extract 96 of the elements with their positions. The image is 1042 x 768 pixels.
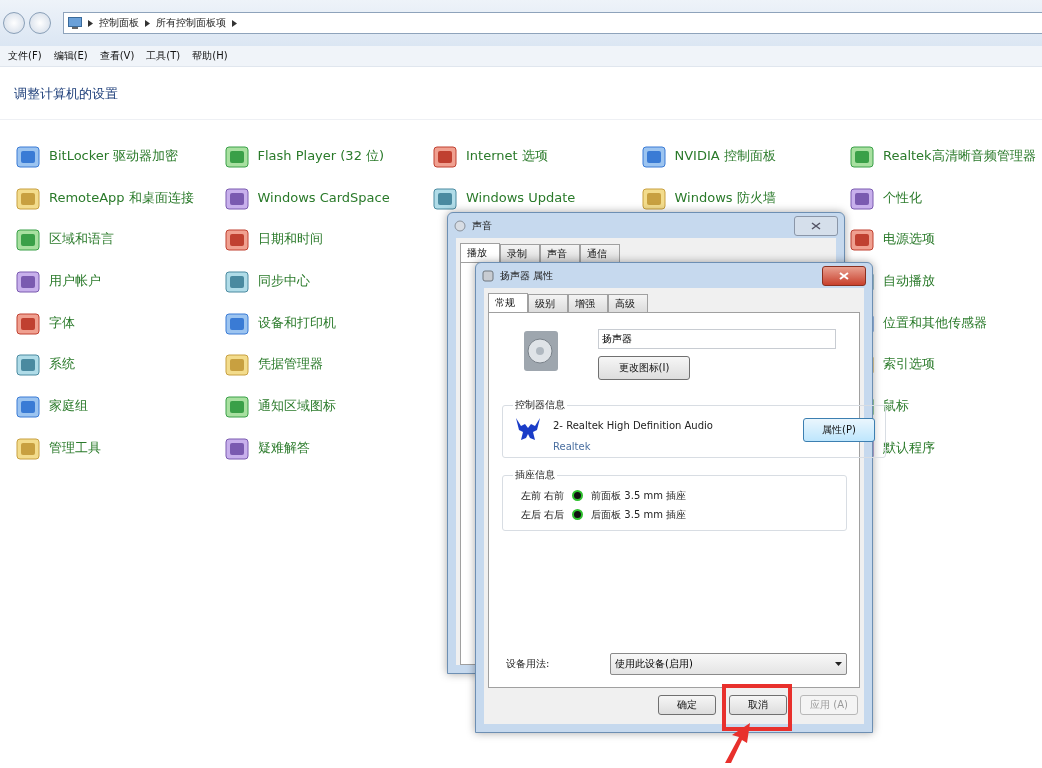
jack-status-dot [572,509,584,520]
jack-label: 后面板 3.5 mm 插座 [591,507,687,522]
app-tile-icon [849,185,875,212]
app-tile-icon [223,310,250,337]
control-panel-link[interactable]: 位置和其他传感器 [883,314,991,331]
app-tile-icon [15,185,41,212]
tab[interactable]: 增强 [568,294,608,312]
control-panel-link[interactable]: 自动播放 [883,273,939,290]
dialog-button[interactable]: 确定 [658,695,716,715]
channel-label: 左后 右后 [521,507,565,522]
tab[interactable]: 高级 [608,294,648,312]
jack-status-dot [572,490,584,501]
chevron-icon [232,19,237,27]
address-bar[interactable]: 控制面板 所有控制面板项 [63,12,1042,34]
app-tile-icon [15,310,41,337]
tab[interactable]: 播放 [460,243,500,263]
control-panel-link[interactable]: 系统 [49,356,79,373]
app-tile-icon [223,269,250,296]
back-button[interactable] [3,12,25,34]
control-panel-link[interactable]: NVIDIA 控制面板 [674,148,780,164]
control-panel-link[interactable]: 用户帐户 [49,273,105,290]
menu-item[interactable]: 工具(T) [146,49,181,63]
control-panel-link[interactable]: Windows Update [466,189,580,206]
forward-button[interactable] [29,12,51,34]
app-tile-icon [223,227,250,254]
dialog-title: 扬声器 属性 [500,268,555,283]
app-tile-icon [223,185,250,212]
jack-label: 前面板 3.5 mm 插座 [591,488,687,503]
usage-label: 设备用法: [506,657,551,671]
control-panel-link[interactable]: 同步中心 [257,273,314,290]
tab[interactable]: 常规 [488,293,528,313]
control-panel-link[interactable]: 电源选项 [883,231,939,248]
control-panel-link[interactable]: Flash Player (32 位) [257,148,389,164]
tab[interactable]: 声音 [540,244,580,262]
menu-item[interactable]: 帮助(H) [192,49,228,63]
control-panel-link[interactable]: Windows CardSpace [257,189,394,206]
close-icon [839,271,849,280]
app-tile-icon [432,185,458,212]
breadcrumb-item[interactable]: 控制面板 [99,16,139,30]
app-tile-icon [15,394,41,421]
dialog-title: 声音 [472,218,493,233]
menu-item[interactable]: 编辑(E) [53,49,88,63]
menu-item[interactable]: 查看(V) [99,49,135,63]
control-panel-link[interactable]: 日期和时间 [257,231,327,248]
group-label: 控制器信息 [514,398,566,412]
channel-label: 左前 右前 [521,488,565,503]
app-tile-icon [640,144,667,170]
tab[interactable]: 录制 [500,244,540,262]
breadcrumb-item[interactable]: 所有控制面板项 [156,16,226,30]
app-tile-icon [849,227,875,254]
control-panel-link[interactable]: 区域和语言 [49,231,118,248]
properties-button[interactable]: 属性(P) [803,418,875,442]
control-panel-link[interactable]: 设备和打印机 [257,314,340,331]
control-panel-link[interactable]: 凭据管理器 [257,356,327,373]
control-panel-link[interactable]: 索引选项 [883,356,939,373]
device-description: 2- Realtek High Definition Audio [553,420,714,431]
control-panel-link[interactable]: 疑难解答 [257,439,314,456]
app-tile-icon [640,185,667,212]
control-panel-link[interactable]: 鼠标 [883,398,913,415]
app-tile-icon [15,352,41,379]
control-panel-link[interactable]: 管理工具 [49,439,105,456]
app-tile-icon [15,227,41,254]
control-panel-link[interactable]: Realtek高清晰音频管理器 [883,148,1040,164]
dialog-button[interactable]: 取消 [729,695,787,715]
app-tile-icon [223,435,250,462]
caret-icon [835,662,842,666]
app-tile-icon [432,144,458,170]
app-tile-icon [849,144,875,170]
control-panel-link[interactable]: Internet 选项 [466,148,552,164]
control-panel-link[interactable]: BitLocker 驱动器加密 [49,148,183,164]
app-tile-icon [223,352,250,379]
close-button[interactable] [822,265,866,286]
control-panel-link[interactable]: 字体 [49,314,79,331]
device-usage-dropdown[interactable]: 使用此设备(启用) [610,653,847,675]
control-panel-link[interactable]: 个性化 [883,189,926,206]
menu-item[interactable]: 文件(F) [8,49,42,63]
control-panel-link[interactable]: 家庭组 [49,398,92,415]
control-panel-link[interactable]: Windows 防火墙 [674,189,780,206]
app-tile-icon [223,144,250,170]
monitor-icon [68,17,82,29]
app-tile-icon [15,144,41,170]
vendor-label: Realtek [553,441,592,452]
control-panel-link[interactable]: RemoteApp 和桌面连接 [49,189,198,206]
app-tile-icon [15,435,41,462]
close-icon [811,221,821,230]
device-name-field[interactable]: 扬声器 [598,329,836,349]
app-tile-icon [223,394,250,421]
tab[interactable]: 级别 [528,294,568,312]
chevron-icon [88,19,93,27]
app-tile-icon [15,269,41,296]
control-panel-link[interactable]: 通知区域图标 [257,398,340,415]
tab[interactable]: 通信 [580,244,620,262]
group-label: 插座信息 [514,468,556,482]
chevron-icon [145,19,150,27]
change-icon-button[interactable]: 更改图标(I) [598,356,690,380]
page-heading: 调整计算机的设置 [14,86,118,101]
